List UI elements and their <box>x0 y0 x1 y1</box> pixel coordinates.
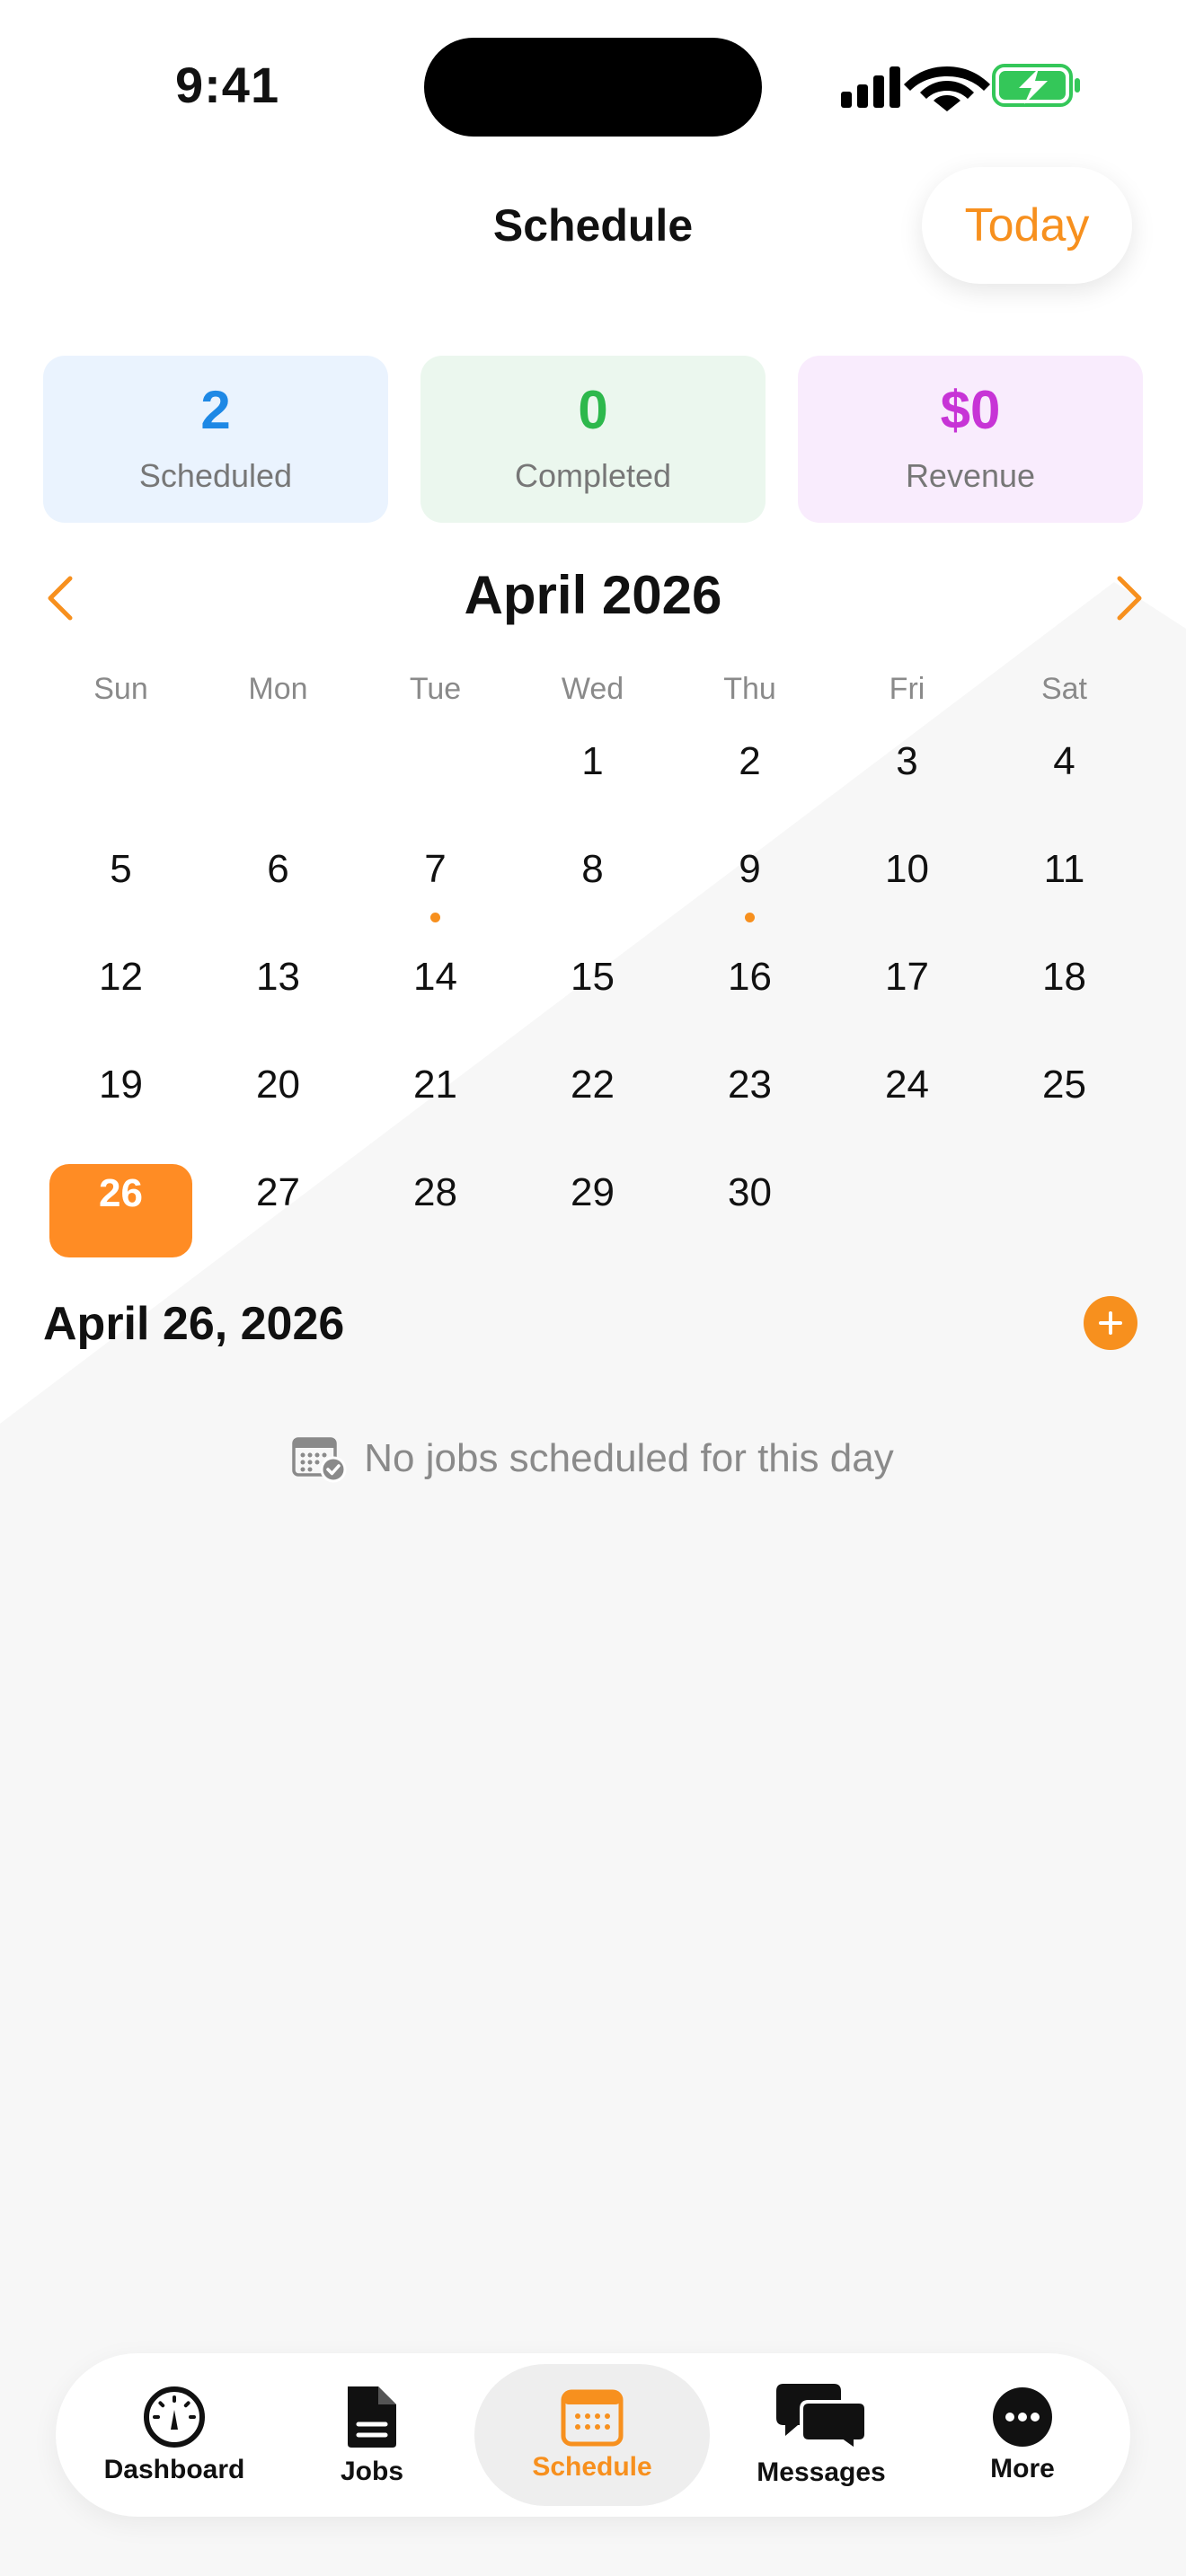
tab-bar: Dashboard Jobs Schedule Messages More <box>56 2353 1130 2517</box>
cellular-signal-icon <box>841 66 900 108</box>
calendar-day[interactable]: 30 <box>671 1157 828 1265</box>
calendar-day[interactable]: 11 <box>986 834 1143 941</box>
calendar-day-selected[interactable]: 26 <box>49 1164 192 1257</box>
dynamic-island <box>424 38 762 137</box>
add-job-button[interactable] <box>1084 1296 1137 1350</box>
month-title: April 2026 <box>464 565 722 625</box>
more-icon <box>993 2387 1052 2447</box>
stat-label: Revenue <box>905 457 1036 494</box>
plus-icon <box>1099 1311 1122 1335</box>
calendar-check-icon <box>292 1437 347 1483</box>
weekday-label: Thu <box>723 672 776 706</box>
status-time: 9:41 <box>175 57 280 113</box>
weekday-label: Fri <box>889 672 925 706</box>
calendar-day[interactable]: 19 <box>42 1049 199 1157</box>
calendar-day[interactable]: 9 <box>671 834 828 941</box>
weekday-label: Tue <box>409 672 462 706</box>
tab-label: More <box>990 2454 1055 2483</box>
gauge-icon <box>144 2386 205 2448</box>
stat-value: 2 <box>200 380 231 440</box>
tab-label: Jobs <box>340 2457 404 2486</box>
stat-value: $0 <box>940 380 1001 440</box>
weekday-label: Wed <box>561 672 624 706</box>
calendar-day[interactable]: 12 <box>42 941 199 1049</box>
tab-label: Dashboard <box>103 2455 245 2484</box>
calendar-day[interactable]: 1 <box>514 726 671 834</box>
tab-label: Schedule <box>532 2452 652 2482</box>
job-indicator-dot <box>430 913 440 922</box>
calendar-day[interactable]: 15 <box>514 941 671 1049</box>
empty-message: No jobs scheduled for this day <box>364 1436 894 1480</box>
stat-card-revenue: $0 Revenue <box>798 356 1143 523</box>
stat-card-completed: 0 Completed <box>420 356 766 523</box>
today-button[interactable]: Today <box>922 167 1132 284</box>
calendar-day[interactable]: 29 <box>514 1157 671 1265</box>
tab-jobs[interactable]: Jobs <box>300 2353 444 2517</box>
calendar-day[interactable]: 13 <box>199 941 357 1049</box>
calendar-day[interactable]: 20 <box>199 1049 357 1157</box>
calendar-day[interactable]: 25 <box>986 1049 1143 1157</box>
empty-cell <box>357 726 514 834</box>
calendar-day[interactable]: 6 <box>199 834 357 941</box>
calendar-day[interactable]: 2 <box>671 726 828 834</box>
weekday-label: Mon <box>248 672 308 706</box>
calendar-day[interactable]: 7 <box>357 834 514 941</box>
empty-cell <box>42 726 199 834</box>
calendar-day[interactable]: 8 <box>514 834 671 941</box>
tab-dashboard[interactable]: Dashboard <box>84 2353 264 2517</box>
tab-messages[interactable]: Messages <box>731 2353 911 2517</box>
calendar-day[interactable]: 10 <box>828 834 986 941</box>
battery-charging-icon <box>992 64 1080 107</box>
calendar-day[interactable]: 22 <box>514 1049 671 1157</box>
stat-label: Completed <box>514 457 672 494</box>
selected-date-title: April 26, 2026 <box>43 1298 345 1350</box>
tab-more[interactable]: More <box>951 2353 1094 2517</box>
calendar-day[interactable]: 24 <box>828 1049 986 1157</box>
calendar-day[interactable]: 5 <box>42 834 199 941</box>
tab-schedule[interactable]: Schedule <box>474 2364 710 2506</box>
weekday-header: Sun Mon Tue Wed Thu Fri Sat <box>42 672 1144 707</box>
stat-label: Scheduled <box>138 457 293 494</box>
calendar-day[interactable]: 28 <box>357 1157 514 1265</box>
calendar-day[interactable]: 18 <box>986 941 1143 1049</box>
calendar-grid: 1 2 3 4 5 6 7 8 9 10 11 12 13 14 15 16 1… <box>42 726 1144 1265</box>
document-icon <box>348 2386 396 2448</box>
calendar-day[interactable]: 21 <box>357 1049 514 1157</box>
stat-value: 0 <box>578 380 608 440</box>
weekday-label: Sat <box>1040 672 1088 706</box>
calendar-icon <box>561 2389 624 2447</box>
chat-bubbles-icon <box>776 2384 868 2452</box>
calendar-day[interactable]: 16 <box>671 941 828 1049</box>
calendar-day[interactable]: 17 <box>828 941 986 1049</box>
calendar-day[interactable]: 23 <box>671 1049 828 1157</box>
status-icons <box>841 64 1080 111</box>
empty-state: No jobs scheduled for this day <box>0 1434 1186 1484</box>
calendar-day[interactable]: 27 <box>199 1157 357 1265</box>
tab-label: Messages <box>757 2457 886 2487</box>
calendar-day[interactable]: 4 <box>986 726 1143 834</box>
empty-cell <box>199 726 357 834</box>
wifi-icon <box>904 66 990 111</box>
calendar-day[interactable]: 3 <box>828 726 986 834</box>
weekday-label: Sun <box>93 672 148 706</box>
job-indicator-dot <box>745 913 755 922</box>
next-month-button[interactable] <box>1100 571 1154 625</box>
stat-card-scheduled: 2 Scheduled <box>43 356 388 523</box>
calendar-day[interactable]: 14 <box>357 941 514 1049</box>
